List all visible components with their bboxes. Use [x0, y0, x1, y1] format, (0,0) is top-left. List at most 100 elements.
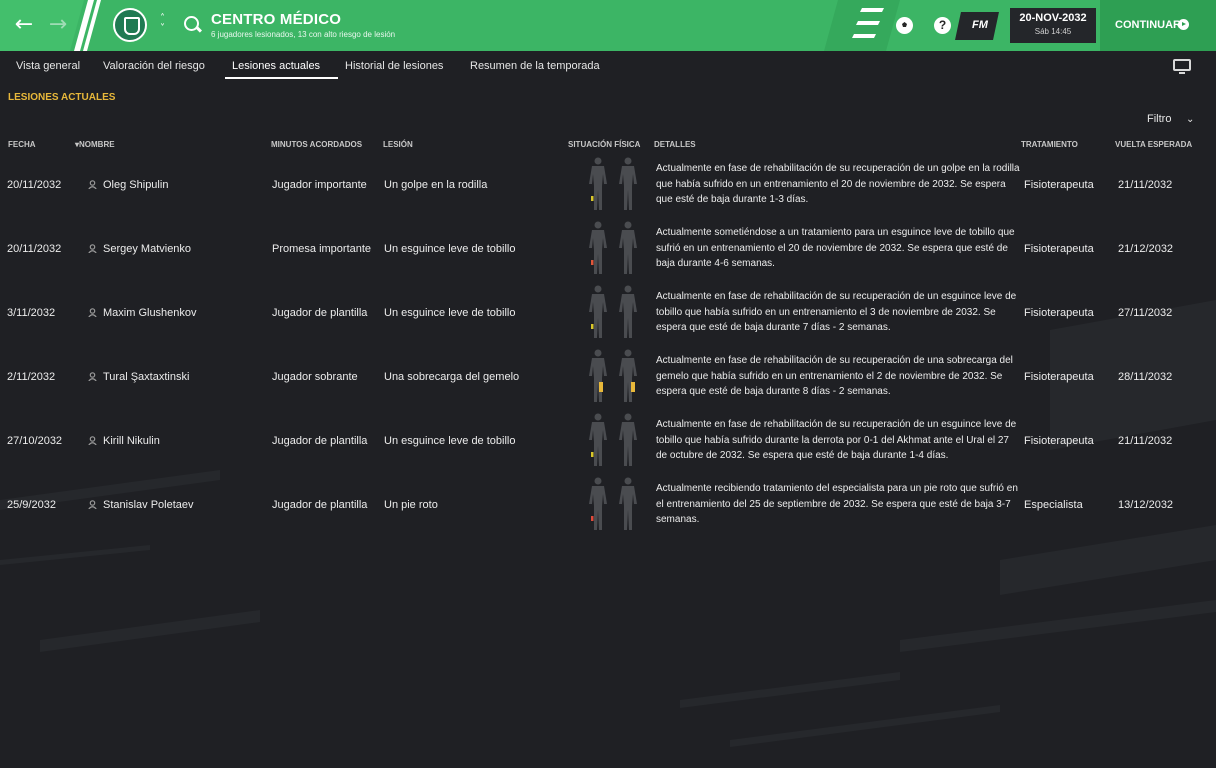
cell-lesion: Un esguince leve de tobillo: [384, 243, 516, 255]
player-name-link[interactable]: Tural Şaxtaxtinski: [103, 371, 189, 383]
column-header-fecha[interactable]: FECHA: [8, 140, 36, 149]
cell-vuelta: 13/12/2032: [1118, 499, 1174, 511]
cell-tratamiento: Fisioterapeuta: [1024, 243, 1094, 255]
cell-minutos: Jugador de plantilla: [272, 499, 368, 511]
column-header-situacion[interactable]: SITUACIÓN FÍSICA: [568, 140, 640, 149]
cell-lesion: Un esguince leve de tobillo: [384, 435, 516, 447]
body-figure-icon: [616, 348, 640, 404]
cell-vuelta: 27/11/2032: [1118, 307, 1173, 319]
up-down-chevron-icon[interactable]: ˄ ˅: [160, 14, 165, 34]
column-header-lesion[interactable]: LESIÓN: [383, 140, 413, 149]
player-name-link[interactable]: Oleg Shipulin: [103, 179, 168, 191]
table-row[interactable]: 25/9/2032 Stanislav Poletaev Jugador de pl…: [0, 472, 1216, 536]
club-crest-icon[interactable]: [113, 8, 147, 42]
person-icon: [88, 500, 97, 511]
cell-tratamiento: Especialista: [1024, 499, 1083, 511]
cell-vuelta: 21/11/2032: [1118, 179, 1173, 191]
table-row[interactable]: 3/11/2032 Maxim Glushenkov Jugador de plan…: [0, 280, 1216, 344]
page-title: CENTRO MÉDICO: [211, 11, 342, 28]
person-icon: [88, 372, 97, 383]
fm-label: FM: [972, 19, 988, 31]
cell-minutos: Promesa importante: [272, 243, 372, 255]
table-row[interactable]: 20/11/2032 Oleg Shipulin Jugador important…: [0, 152, 1216, 216]
play-icon: [1178, 19, 1189, 30]
cell-vuelta: 21/12/2032: [1118, 243, 1174, 255]
cell-tratamiento: Fisioterapeuta: [1024, 371, 1094, 383]
person-icon: [88, 308, 97, 319]
cell-minutos: Jugador de plantilla: [272, 435, 368, 447]
cell-minutos: Jugador sobrante: [272, 371, 358, 383]
football-icon[interactable]: [896, 17, 913, 34]
filter-button[interactable]: Filtro: [1147, 113, 1171, 125]
cell-fecha: 2/11/2032: [7, 371, 56, 383]
body-figure-icon: [616, 156, 640, 212]
cell-tratamiento: Fisioterapeuta: [1024, 179, 1094, 191]
cell-fecha: 20/11/2032: [7, 179, 62, 191]
body-figure-icon: [616, 412, 640, 468]
body-figure-icon: [616, 284, 640, 340]
person-icon: [88, 244, 97, 255]
cell-minutos: Jugador de plantilla: [272, 307, 368, 319]
cell-lesion: Un golpe en la rodilla: [384, 179, 488, 191]
page-subtitle: 6 jugadores lesionados, 13 con alto ries…: [211, 30, 396, 39]
cell-minutos: Jugador importante: [272, 179, 367, 191]
player-name-link[interactable]: Kirill Nikulin: [103, 435, 160, 447]
active-tab-indicator: [225, 77, 338, 79]
search-icon[interactable]: [184, 16, 199, 31]
cell-lesion: Un pie roto: [384, 499, 438, 511]
column-header-tratamiento[interactable]: TRATAMIENTO: [1021, 140, 1078, 149]
column-header-vuelta[interactable]: VUELTA ESPERADA: [1115, 140, 1192, 149]
tab-resumen-temporada[interactable]: Resumen de la temporada: [470, 60, 600, 72]
cell-lesion: Una sobrecarga del gemelo: [384, 371, 520, 383]
cell-fecha: 20/11/2032: [7, 243, 62, 255]
body-figure-icon: [586, 220, 610, 276]
back-arrow-icon[interactable]: ←: [12, 13, 36, 37]
person-icon: [88, 180, 97, 191]
tab-historial-lesiones[interactable]: Historial de lesiones: [345, 60, 443, 72]
body-figure-icon: [586, 476, 610, 532]
cell-tratamiento: Fisioterapeuta: [1024, 307, 1094, 319]
cell-detalles: Actualmente en fase de rehabilitación de…: [656, 163, 1020, 206]
player-name-link[interactable]: Maxim Glushenkov: [103, 307, 197, 319]
body-figure-icon: [586, 284, 610, 340]
player-name-link[interactable]: Sergey Matvienko: [103, 243, 191, 255]
current-time: Sáb 14:45: [1034, 27, 1072, 36]
tab-lesiones-actuales[interactable]: Lesiones actuales: [232, 60, 320, 72]
body-figure-icon: [586, 412, 610, 468]
help-icon[interactable]: ?: [934, 17, 951, 34]
cell-vuelta: 28/11/2032: [1118, 371, 1173, 383]
tab-valoracion-riesgo[interactable]: Valoración del riesgo: [103, 60, 205, 72]
cell-detalles: Actualmente en fase de rehabilitación de…: [656, 419, 1017, 462]
top-bar: ← → ˄ ˅ CENTRO MÉDICO 6 jugadores lesiona…: [0, 0, 1216, 51]
current-date: 20-NOV-2032: [1019, 12, 1087, 24]
cell-fecha: 27/10/2032: [7, 435, 63, 447]
cell-detalles: Actualmente sometiéndose a un tratamient…: [656, 227, 1015, 270]
person-icon: [88, 436, 97, 447]
body-figure-icon: [586, 156, 610, 212]
column-header-detalles[interactable]: DETALLES: [654, 140, 696, 149]
continue-label: CONTINUAR: [1115, 19, 1181, 31]
cell-lesion: Un esguince leve de tobillo: [384, 307, 516, 319]
forward-arrow-icon[interactable]: →: [46, 13, 70, 37]
cell-tratamiento: Fisioterapeuta: [1024, 435, 1094, 447]
column-header-minutos[interactable]: MINUTOS ACORDADOS: [271, 140, 362, 149]
column-header-nombre[interactable]: ▾NOMBRE: [75, 140, 115, 149]
column-header-nombre-label: NOMBRE: [79, 140, 115, 149]
player-name-link[interactable]: Stanislav Poletaev: [103, 499, 194, 511]
table-row[interactable]: 20/11/2032 Sergey Matvienko Promesa import…: [0, 216, 1216, 280]
cell-detalles: Actualmente en fase de rehabilitación de…: [656, 291, 1017, 334]
screen-icon[interactable]: [1173, 59, 1191, 74]
table-row[interactable]: 2/11/2032 Tural Şaxtaxtinski Jugador sobra…: [0, 344, 1216, 408]
body-figure-icon: [616, 220, 640, 276]
cell-vuelta: 21/11/2032: [1118, 435, 1173, 447]
table-row[interactable]: 27/10/2032 Kirill Nikulin Jugador de plant…: [0, 408, 1216, 472]
section-title: LESIONES ACTUALES: [8, 92, 116, 103]
cell-fecha: 3/11/2032: [7, 307, 56, 319]
cell-detalles: Actualmente en fase de rehabilitación de…: [656, 355, 1013, 398]
tab-vista-general[interactable]: Vista general: [16, 60, 80, 72]
body-figure-icon: [616, 476, 640, 532]
cell-fecha: 25/9/2032: [7, 499, 56, 511]
body-figure-icon: [586, 348, 610, 404]
chevron-down-icon[interactable]: ⌄: [1186, 114, 1194, 125]
cell-detalles: Actualmente recibiendo tratamiento del e…: [656, 483, 1018, 526]
